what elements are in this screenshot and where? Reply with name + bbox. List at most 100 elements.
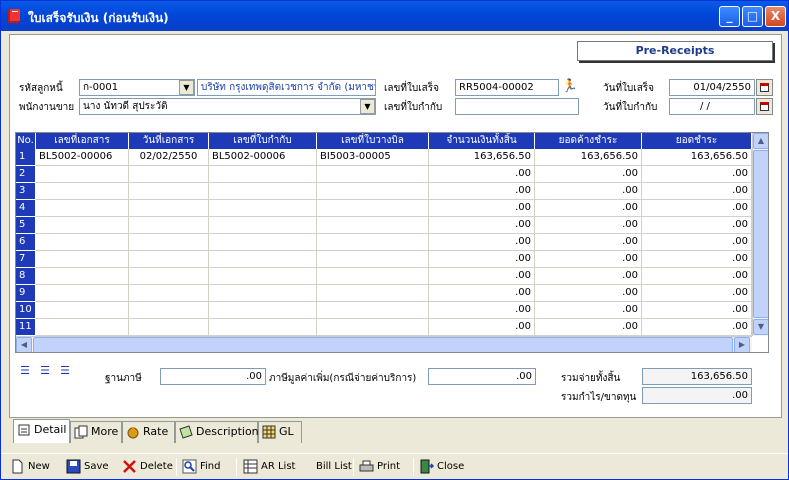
table-cell[interactable]: .00 <box>429 268 535 285</box>
table-cell[interactable]: .00 <box>535 200 642 217</box>
table-cell[interactable]: .00 <box>535 319 642 336</box>
table-cell[interactable]: .00 <box>535 183 642 200</box>
tax-invoice-no-field[interactable] <box>455 98 579 115</box>
ar-list-button[interactable]: AR List <box>243 458 295 476</box>
table-cell[interactable]: 163,656.50 <box>429 149 535 166</box>
table-cell[interactable]: .00 <box>535 251 642 268</box>
table-cell[interactable] <box>209 166 317 183</box>
col-header-no[interactable]: No. <box>16 133 36 149</box>
table-cell[interactable] <box>209 319 317 336</box>
table-cell[interactable]: BI5003-00005 <box>317 149 429 166</box>
table-cell[interactable] <box>317 319 429 336</box>
align-center-icon[interactable]: ☰ <box>35 362 55 380</box>
title-bar[interactable]: ใบเสร็จรับเงิน (ก่อนรับเงิน) _ □ X <box>1 1 788 31</box>
table-cell[interactable]: .00 <box>535 302 642 319</box>
table-cell[interactable]: .00 <box>535 285 642 302</box>
table-cell[interactable] <box>129 251 209 268</box>
table-cell[interactable]: .00 <box>642 302 752 319</box>
table-cell[interactable] <box>36 200 129 217</box>
table-cell[interactable] <box>209 217 317 234</box>
tab-description[interactable]: Description <box>175 421 259 443</box>
table-cell[interactable]: .00 <box>535 234 642 251</box>
horizontal-scrollbar[interactable]: ◀ ▶ <box>16 336 752 352</box>
scroll-up-icon[interactable]: ▲ <box>753 133 768 149</box>
table-cell[interactable] <box>317 217 429 234</box>
table-cell[interactable] <box>317 183 429 200</box>
table-cell[interactable] <box>36 302 129 319</box>
table-cell[interactable] <box>209 285 317 302</box>
table-cell[interactable]: .00 <box>642 166 752 183</box>
align-right-icon[interactable]: ☰ <box>55 362 75 380</box>
table-row[interactable]: 5.00.00.00 <box>16 217 752 234</box>
table-cell[interactable]: 02/02/2550 <box>129 149 209 166</box>
table-row[interactable]: 2.00.00.00 <box>16 166 752 183</box>
scroll-left-icon[interactable]: ◀ <box>16 337 32 352</box>
table-cell[interactable] <box>209 268 317 285</box>
table-cell[interactable] <box>129 319 209 336</box>
table-cell[interactable]: .00 <box>429 200 535 217</box>
close-button[interactable]: Close <box>419 458 464 476</box>
table-cell[interactable]: .00 <box>642 251 752 268</box>
chevron-down-icon[interactable]: ▼ <box>360 99 375 114</box>
table-cell[interactable] <box>317 285 429 302</box>
table-cell[interactable]: .00 <box>642 200 752 217</box>
table-cell[interactable]: 163,656.50 <box>642 149 752 166</box>
vertical-scrollbar[interactable]: ▲ ▼ <box>752 133 768 336</box>
table-cell[interactable]: .00 <box>429 166 535 183</box>
table-cell[interactable] <box>36 319 129 336</box>
vertical-scroll-thumb[interactable] <box>753 150 768 318</box>
table-cell[interactable] <box>129 302 209 319</box>
table-cell[interactable]: .00 <box>429 285 535 302</box>
pre-receipts-button[interactable]: Pre-Receipts <box>577 41 773 61</box>
find-button[interactable]: Find <box>182 458 221 476</box>
table-cell[interactable]: .00 <box>535 268 642 285</box>
table-cell[interactable] <box>129 217 209 234</box>
table-cell[interactable] <box>317 200 429 217</box>
table-cell[interactable]: .00 <box>429 251 535 268</box>
table-row[interactable]: 8.00.00.00 <box>16 268 752 285</box>
table-cell[interactable]: .00 <box>642 285 752 302</box>
table-cell[interactable]: .00 <box>429 234 535 251</box>
table-cell[interactable]: .00 <box>642 319 752 336</box>
table-row[interactable]: 11.00.00.00 <box>16 319 752 336</box>
chevron-down-icon[interactable]: ▼ <box>179 80 194 95</box>
table-cell[interactable] <box>36 251 129 268</box>
table-cell[interactable] <box>129 234 209 251</box>
close-window-button[interactable]: X <box>765 6 786 27</box>
minimize-button[interactable]: _ <box>719 6 740 27</box>
table-cell[interactable] <box>209 251 317 268</box>
tab-gl[interactable]: GL <box>258 421 302 443</box>
print-button[interactable]: Print <box>359 458 400 476</box>
table-row[interactable]: 6.00.00.00 <box>16 234 752 251</box>
table-cell[interactable] <box>36 234 129 251</box>
table-cell[interactable] <box>129 166 209 183</box>
table-row[interactable]: 4.00.00.00 <box>16 200 752 217</box>
customer-code-field[interactable]: ก-0001 <box>79 79 195 96</box>
table-cell[interactable] <box>129 285 209 302</box>
table-cell[interactable] <box>36 183 129 200</box>
tab-rate[interactable]: Rate <box>122 421 175 443</box>
customer-name-field[interactable]: บริษัท กรุงเทพดุสิตเวชการ จำกัด (มหาชน) <box>197 79 376 96</box>
table-cell[interactable]: .00 <box>642 183 752 200</box>
scroll-down-icon[interactable]: ▼ <box>753 319 768 335</box>
calendar-icon[interactable] <box>756 79 773 96</box>
table-cell[interactable] <box>129 268 209 285</box>
table-row[interactable]: 3.00.00.00 <box>16 183 752 200</box>
col-header-bill-no[interactable]: เลขที่ใบวางบิล <box>317 133 429 149</box>
tab-detail[interactable]: Detail <box>13 419 70 443</box>
table-row[interactable]: 10.00.00.00 <box>16 302 752 319</box>
table-cell[interactable] <box>317 166 429 183</box>
table-cell[interactable]: .00 <box>429 183 535 200</box>
table-cell[interactable]: BL5002-00006 <box>209 149 317 166</box>
table-cell[interactable]: BL5002-00006 <box>36 149 129 166</box>
scroll-right-icon[interactable]: ▶ <box>734 337 750 352</box>
calendar-icon[interactable] <box>756 98 773 115</box>
table-cell[interactable] <box>209 302 317 319</box>
table-cell[interactable]: .00 <box>429 302 535 319</box>
table-cell[interactable] <box>317 234 429 251</box>
col-header-doc-no[interactable]: เลขที่เอกสาร <box>36 133 129 149</box>
bill-list-button[interactable]: Bill List <box>298 458 352 476</box>
col-header-total-amount[interactable]: จำนวนเงินทั้งสิ้น <box>429 133 535 149</box>
table-cell[interactable] <box>209 183 317 200</box>
col-header-doc-date[interactable]: วันที่เอกสาร <box>129 133 209 149</box>
